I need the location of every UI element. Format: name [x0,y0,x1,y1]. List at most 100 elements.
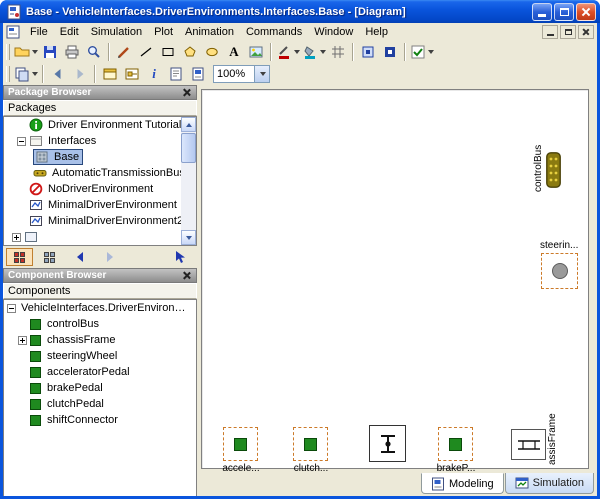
documentation-button[interactable] [165,64,187,84]
rectangle-tool-button[interactable] [157,42,179,62]
pencil-icon [116,44,132,60]
dropdown-arrow-icon [32,72,38,76]
component-root-item[interactable]: VehicleInterfaces.DriverEnvironments.Int… [4,300,196,316]
fill-color-button[interactable] [301,42,327,62]
arrow-down-icon [186,236,192,240]
zoom-combo[interactable]: 100% [213,65,270,83]
diagram-layer-button[interactable] [121,64,143,84]
menu-help[interactable]: Help [359,24,394,40]
components-header: Components [3,283,197,299]
close-button[interactable] [576,3,596,21]
package-item-interfaces[interactable]: Interfaces [4,133,196,149]
component-item-chassisframe[interactable]: chassisFrame [4,332,196,348]
component-mode-button[interactable] [357,42,379,62]
component-item-controlbus[interactable]: controlBus [4,316,196,332]
zoom-dropdown-button[interactable] [254,66,269,82]
rectangle-icon [160,44,176,60]
line-tool-button[interactable] [135,42,157,62]
clutchpedal-component[interactable] [293,427,328,461]
title-bar: Base - VehicleInterfaces.DriverEnvironme… [0,0,600,23]
polygon-tool-button[interactable] [179,42,201,62]
component-item-steeringwheel[interactable]: steeringWheel [4,348,196,364]
history-back-button[interactable] [66,248,93,266]
shiftconnector-component[interactable] [369,425,406,462]
history-forward-button[interactable] [96,248,123,266]
menu-plot[interactable]: Plot [148,24,179,40]
mdi-restore-button[interactable] [560,25,576,39]
print-preview-button[interactable] [83,42,105,62]
package-item-minimaldriverenvironment2[interactable]: MinimalDriverEnvironment2 [4,213,196,229]
acceleratorpedal-component[interactable] [223,427,258,461]
scroll-up-button[interactable] [181,117,196,132]
package-browser-close-icon[interactable] [181,87,192,98]
component-item-acceleratorpedal[interactable]: acceleratorPedal [4,364,196,380]
scroll-down-button[interactable] [181,230,196,245]
package-tree-scrollbar[interactable] [181,117,196,245]
ellipse-tool-button[interactable] [201,42,223,62]
component-browser-close-icon[interactable] [181,270,192,281]
mdi-close-button[interactable] [578,25,594,39]
scrollbar-thumb[interactable] [181,133,196,163]
controlbus-connector[interactable] [546,152,561,193]
new-diagram-button[interactable] [187,64,209,84]
menu-file[interactable]: File [24,24,54,40]
brakepedal-component[interactable] [438,427,473,461]
minimize-button[interactable] [532,3,552,21]
package-item-base[interactable]: Base [4,149,196,165]
toolbar-separator [270,43,272,61]
chassisframe-component[interactable] [511,429,546,460]
package-item-partial[interactable] [4,229,196,245]
steering-label: steerin... [540,240,580,251]
collapse-icon[interactable] [7,304,16,313]
check-model-button[interactable] [409,42,435,62]
info-icon: i [152,66,156,82]
selected-item-highlight: Base [33,149,83,165]
tab-simulation[interactable]: Simulation [505,473,594,494]
text-tool-icon: A [229,44,238,60]
package-item-minimaldriverenvironment[interactable]: MinimalDriverEnvironment [4,197,196,213]
info-button[interactable]: i [143,64,165,84]
navigate-back-button[interactable] [47,64,69,84]
open-button[interactable] [13,42,39,62]
steeringwheel-component[interactable] [541,253,578,289]
package-browser-mode-button[interactable] [6,248,33,266]
component-item-shiftconnector[interactable]: shiftConnector [4,412,196,428]
component-square-icon [30,367,41,378]
copy-class-button[interactable] [13,64,39,84]
navigate-forward-button[interactable] [69,64,91,84]
maximize-button[interactable] [554,3,574,21]
menu-simulation[interactable]: Simulation [85,24,148,40]
print-button[interactable] [61,42,83,62]
menu-commands[interactable]: Commands [240,24,308,40]
menu-animation[interactable]: Animation [179,24,240,40]
text-tool-button[interactable]: A [223,42,245,62]
toolbar-grip[interactable] [6,66,10,82]
pencil-tool-button[interactable] [113,42,135,62]
menu-edit[interactable]: Edit [54,24,85,40]
package-item-nodriverenvironment[interactable]: NoDriverEnvironment [4,181,196,197]
dropdown-arrow-icon [294,50,300,54]
component-item-clutchpedal[interactable]: clutchPedal [4,396,196,412]
expand-icon[interactable] [12,233,21,242]
component-item-brakepedal[interactable]: brakePedal [4,380,196,396]
toolbar-grip[interactable] [6,44,10,60]
save-button[interactable] [39,42,61,62]
bitmap-tool-button[interactable] [245,42,267,62]
select-pointer-button[interactable] [167,248,194,266]
package-item-tutorial[interactable]: Driver Environment Tutorial [4,117,196,133]
fill-color-icon [302,44,318,60]
menu-window[interactable]: Window [308,24,359,40]
tab-modeling[interactable]: Modeling [421,473,504,494]
icon-layer-button[interactable] [99,64,121,84]
package-item-automatictransmissionbus[interactable]: AutomaticTransmissionBus [4,165,196,181]
connector-mode-button[interactable] [379,42,401,62]
package-icon [29,134,43,148]
diagram-canvas[interactable]: controlBus steerin... [201,89,589,469]
expand-icon[interactable] [18,336,27,345]
grid-snap-button[interactable] [327,42,349,62]
pen-color-button[interactable] [275,42,301,62]
mdi-minimize-button[interactable] [542,25,558,39]
collapse-icon[interactable] [17,137,26,146]
library-browser-mode-button[interactable] [36,248,63,266]
dropdown-arrow-icon [320,50,326,54]
